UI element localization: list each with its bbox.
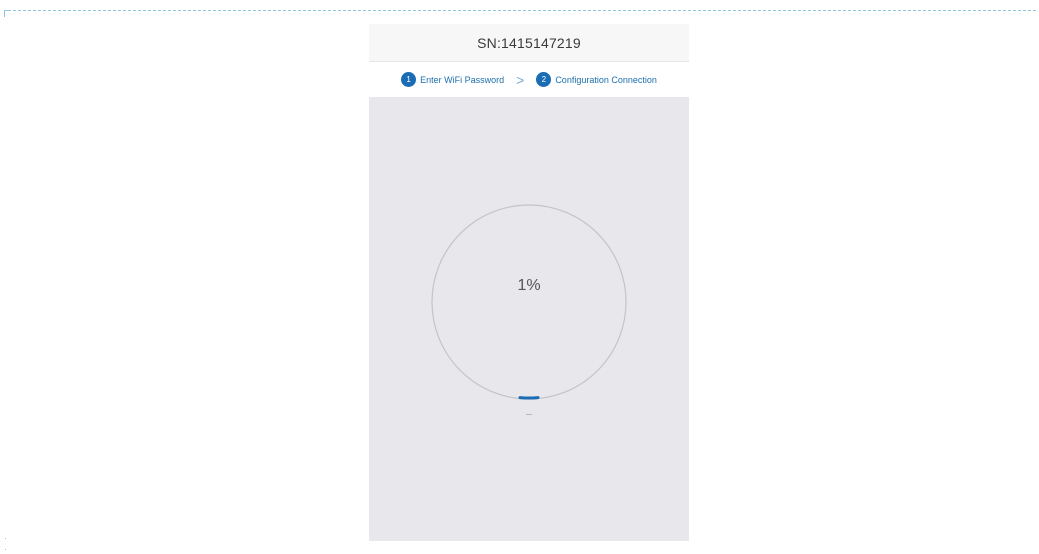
step-label: Configuration Connection xyxy=(555,74,657,85)
step-configuration-connection: 2 Configuration Connection xyxy=(536,72,657,87)
serial-number-title: SN:1415147219 xyxy=(477,34,581,51)
guide-dot xyxy=(5,549,6,550)
dashed-guide-line xyxy=(8,10,1036,11)
step-label: Enter WiFi Password xyxy=(420,74,505,85)
step-enter-wifi-password: 1 Enter WiFi Password xyxy=(401,72,504,87)
guide-corner xyxy=(4,10,10,17)
progress-area: 1% xyxy=(369,97,689,541)
step-number-badge: 1 xyxy=(401,72,417,87)
title-bar: SN:1415147219 xyxy=(369,24,689,62)
progress-percent-label: 1% xyxy=(517,277,541,294)
chevron-right-icon: > xyxy=(516,71,525,88)
status-dash xyxy=(526,414,532,415)
guide-dot xyxy=(5,538,6,539)
phone-screen: SN:1415147219 1 Enter WiFi Password > 2 … xyxy=(369,24,689,541)
progress-ring-track xyxy=(431,204,627,400)
progress-ring xyxy=(431,204,627,400)
steps-indicator: 1 Enter WiFi Password > 2 Configuration … xyxy=(369,62,689,97)
step-number-badge: 2 xyxy=(536,72,552,87)
